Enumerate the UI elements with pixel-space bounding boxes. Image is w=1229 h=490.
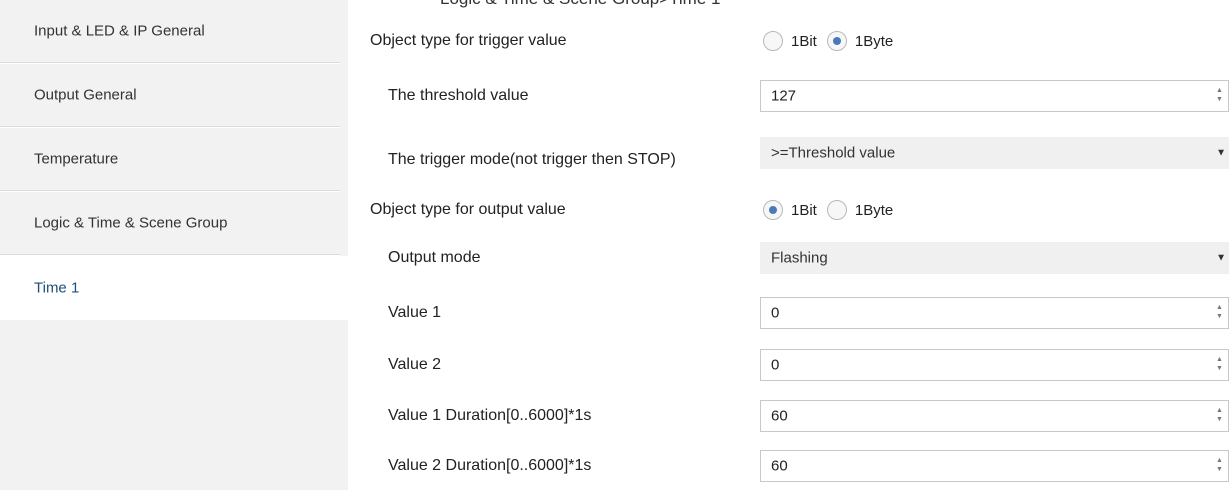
sidebar-edge-active-gap bbox=[340, 256, 348, 320]
dropdown-value: Flashing bbox=[771, 249, 828, 267]
param-label: The threshold value bbox=[388, 87, 529, 104]
radio-checked-icon[interactable] bbox=[763, 200, 783, 220]
radio-option-1byte[interactable]: 1Byte bbox=[826, 200, 894, 220]
spin-up-icon[interactable]: ▲ bbox=[1216, 457, 1223, 465]
sidebar-item-temperature[interactable]: Temperature bbox=[0, 128, 340, 191]
radio-label: 1Bit bbox=[791, 201, 817, 219]
spin-arrows[interactable]: ▲ ▼ bbox=[1212, 451, 1228, 481]
sidebar-empty-area bbox=[0, 320, 340, 490]
threshold-spin-input[interactable]: 127 ▲ ▼ bbox=[760, 80, 1229, 112]
param-label: The trigger mode(not trigger then STOP) bbox=[388, 151, 676, 168]
app-root: Logic & Time & Scene Group>Time 1 Input … bbox=[0, 0, 1229, 490]
spin-arrows[interactable]: ▲ ▼ bbox=[1212, 350, 1228, 380]
sidebar-item-output-general[interactable]: Output General bbox=[0, 64, 340, 127]
sidebar-item-label: Output General bbox=[34, 86, 137, 104]
spin-value: 0 bbox=[771, 356, 780, 374]
sidebar-edge bbox=[340, 0, 348, 490]
spin-value: 127 bbox=[771, 87, 797, 105]
spin-up-icon[interactable]: ▲ bbox=[1216, 407, 1223, 415]
chevron-down-icon[interactable]: ▼ bbox=[1216, 253, 1226, 264]
radio-label: 1Bit bbox=[791, 32, 817, 50]
spin-down-icon[interactable]: ▼ bbox=[1216, 96, 1223, 104]
spin-arrows[interactable]: ▲ ▼ bbox=[1212, 81, 1228, 111]
param-label: Value 1 bbox=[388, 304, 442, 321]
output-object-type-radio-group: 1Bit 1Byte bbox=[763, 198, 903, 222]
param-label: Value 2 Duration[0..6000]*1s bbox=[388, 457, 592, 474]
sidebar-item-input-led-ip-general[interactable]: Input & LED & IP General bbox=[0, 0, 340, 63]
dropdown-value: >=Threshold value bbox=[771, 144, 896, 162]
spin-down-icon[interactable]: ▼ bbox=[1216, 416, 1223, 424]
spin-arrows[interactable]: ▲ ▼ bbox=[1212, 401, 1228, 431]
spin-down-icon[interactable]: ▼ bbox=[1216, 466, 1223, 474]
radio-option-1byte[interactable]: 1Byte bbox=[826, 31, 894, 51]
radio-label: 1Byte bbox=[854, 201, 894, 219]
radio-option-1bit[interactable]: 1Bit bbox=[763, 31, 817, 51]
param-label: Output mode bbox=[388, 249, 481, 266]
spin-value: 0 bbox=[771, 304, 780, 322]
radio-checked-icon[interactable] bbox=[826, 31, 847, 51]
sidebar-item-label: Time 1 bbox=[34, 279, 80, 296]
value2-spin-input[interactable]: 0 ▲ ▼ bbox=[760, 349, 1229, 381]
param-label: Value 1 Duration[0..6000]*1s bbox=[388, 407, 592, 424]
value2-duration-spin-input[interactable]: 60 ▲ ▼ bbox=[760, 450, 1229, 482]
sidebar-item-logic-time-scene-group[interactable]: Logic & Time & Scene Group bbox=[0, 192, 340, 255]
spin-down-icon[interactable]: ▼ bbox=[1216, 365, 1223, 373]
sidebar-item-label: Input & LED & IP General bbox=[34, 22, 205, 40]
chevron-down-icon[interactable]: ▼ bbox=[1216, 148, 1226, 159]
trigger-object-type-radio-group: 1Bit 1Byte bbox=[763, 29, 903, 53]
radio-label: 1Byte bbox=[854, 32, 894, 50]
radio-unchecked-icon[interactable] bbox=[763, 31, 783, 51]
param-label: Object type for trigger value bbox=[370, 32, 567, 49]
sidebar-item-label: Logic & Time & Scene Group bbox=[34, 214, 228, 232]
breadcrumb-cut: Logic & Time & Scene Group>Time 1 bbox=[440, 0, 720, 9]
spin-down-icon[interactable]: ▼ bbox=[1216, 313, 1223, 321]
output-mode-dropdown[interactable]: Flashing ▼ bbox=[760, 242, 1229, 274]
spin-up-icon[interactable]: ▲ bbox=[1216, 87, 1223, 95]
trigger-mode-dropdown[interactable]: >=Threshold value ▼ bbox=[760, 137, 1229, 169]
radio-unchecked-icon[interactable] bbox=[826, 200, 847, 220]
spin-up-icon[interactable]: ▲ bbox=[1216, 356, 1223, 364]
spin-value: 60 bbox=[771, 457, 788, 475]
value1-duration-spin-input[interactable]: 60 ▲ ▼ bbox=[760, 400, 1229, 432]
sidebar: Input & LED & IP General Output General … bbox=[0, 0, 348, 490]
param-label: Value 2 bbox=[388, 356, 442, 373]
param-label: Object type for output value bbox=[370, 201, 566, 218]
radio-option-1bit[interactable]: 1Bit bbox=[763, 200, 817, 220]
sidebar-item-time-1[interactable]: Time 1 bbox=[0, 256, 340, 319]
sidebar-item-label: Temperature bbox=[34, 150, 119, 168]
spin-arrows[interactable]: ▲ ▼ bbox=[1212, 298, 1228, 328]
spin-up-icon[interactable]: ▲ bbox=[1216, 304, 1223, 312]
value1-spin-input[interactable]: 0 ▲ ▼ bbox=[760, 297, 1229, 329]
spin-value: 60 bbox=[771, 407, 788, 425]
